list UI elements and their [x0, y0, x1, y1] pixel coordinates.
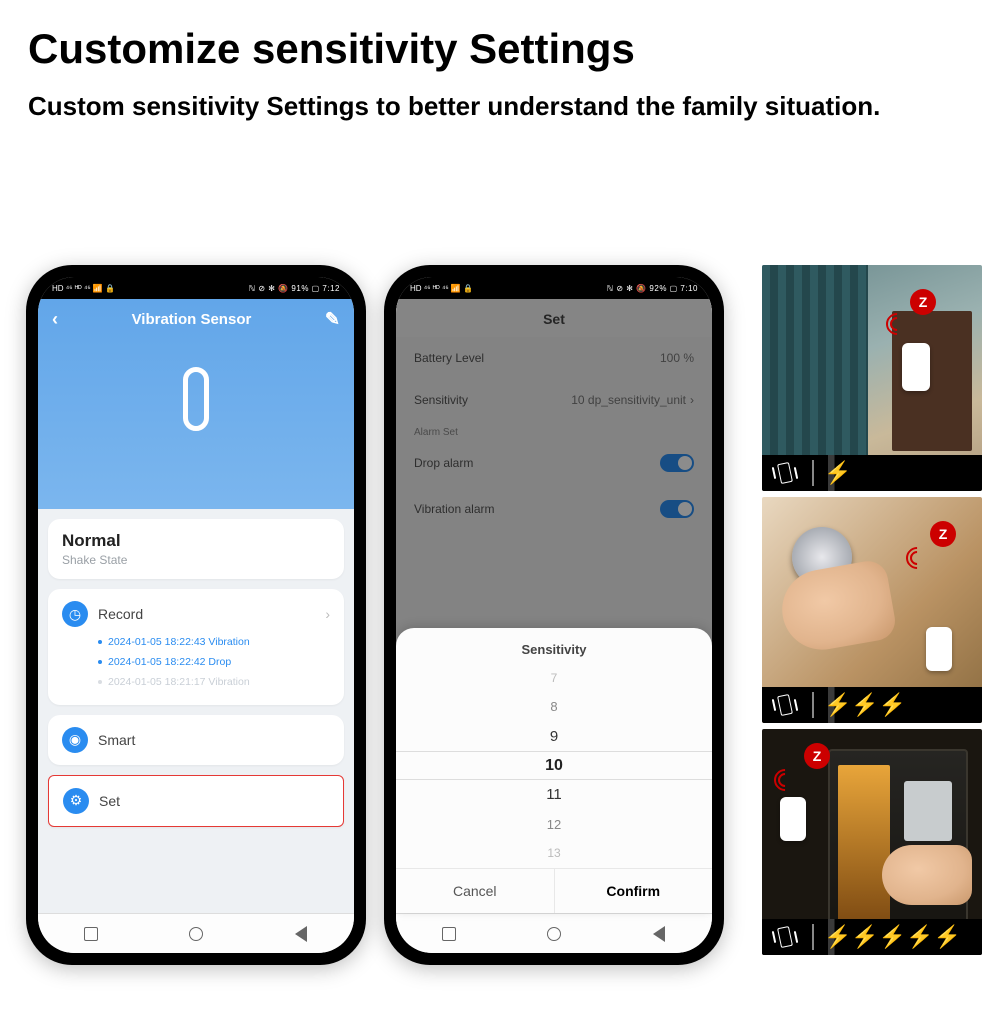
sensitivity-strip: ⚡: [762, 455, 982, 491]
phone-mockups: HD ⁴⁶ ᴴᴰ ⁴⁶ 📶 🔒 ℕ ⊘ ✻ 🔕 91% ▢ 7:12 ‹ Vib…: [26, 265, 724, 965]
nav-home-button[interactable]: [186, 924, 206, 944]
picker-option-selected[interactable]: 10: [396, 751, 712, 780]
phone1-content: Normal Shake State ◷ Record › 2024-01-05…: [38, 509, 354, 913]
headline: Customize sensitivity Settings: [28, 25, 1000, 73]
phone-frame-2: HD ⁴⁶ ᴴᴰ ⁴⁶ 📶 🔒 ℕ ⊘ ✻ 🔕 92% ▢ 7:10 Set B…: [384, 265, 724, 965]
picker-option[interactable]: 12: [396, 809, 712, 838]
state-card: Normal Shake State: [48, 519, 344, 579]
use-case-gallery: Z ⚡ Z ⚡ ⚡ ⚡ Z: [762, 265, 982, 955]
status-left: HD ⁴⁶ ᴴᴰ ⁴⁶ 📶 🔒: [410, 284, 473, 293]
bolt-icon: ⚡: [824, 694, 851, 716]
status-right: ℕ ⊘ ✻ 🔕 92% ▢ 7:10: [607, 284, 698, 293]
signal-icon: [888, 315, 928, 335]
zigbee-icon: Z: [804, 743, 830, 769]
eye-icon: ◉: [62, 727, 88, 753]
record-card[interactable]: ◷ Record › 2024-01-05 18:22:43 Vibration…: [48, 589, 344, 705]
edit-icon[interactable]: ✎: [325, 309, 340, 330]
nav-recent-button[interactable]: [81, 924, 101, 944]
bolt-icon: ⚡: [851, 926, 878, 948]
chevron-right-icon: ›: [325, 606, 330, 622]
use-case-door: Z ⚡ ⚡ ⚡: [762, 497, 982, 723]
sensor-device: [926, 627, 952, 671]
android-nav-bar: [396, 913, 712, 953]
bolt-icon: ⚡: [934, 926, 961, 948]
sensor-device: [902, 343, 930, 391]
sensitivity-picker-sheet: Sensitivity 7 8 9 10 11 12 13 Cancel Con…: [396, 628, 712, 913]
clock-icon: ◷: [62, 601, 88, 627]
vibration-icon: [772, 693, 798, 717]
nav-back-button[interactable]: [649, 924, 669, 944]
record-item: 2024-01-05 18:21:17 Vibration: [98, 673, 330, 693]
phone2-screen: HD ⁴⁶ ᴴᴰ ⁴⁶ 📶 🔒 ℕ ⊘ ✻ 🔕 92% ▢ 7:10 Set B…: [396, 277, 712, 953]
smart-card[interactable]: ◉ Smart: [48, 715, 344, 765]
record-item: 2024-01-05 18:22:42 Drop: [98, 653, 330, 673]
zigbee-icon: Z: [910, 289, 936, 315]
signal-icon: [908, 549, 948, 569]
picker-option[interactable]: 7: [396, 663, 712, 692]
zigbee-icon: Z: [930, 521, 956, 547]
record-list: 2024-01-05 18:22:43 Vibration 2024-01-05…: [62, 633, 330, 693]
nav-recent-button[interactable]: [439, 924, 459, 944]
bolt-icon: ⚡: [906, 926, 933, 948]
state-subtitle: Shake State: [62, 553, 330, 567]
use-case-safe: Z ⚡ ⚡ ⚡ ⚡ ⚡: [762, 729, 982, 955]
nav-back-button[interactable]: [291, 924, 311, 944]
bolt-icon: ⚡: [824, 926, 851, 948]
subheadline: Custom sensitivity Settings to better un…: [28, 89, 1000, 124]
record-label: Record: [98, 606, 315, 622]
sensitivity-strip: ⚡ ⚡ ⚡ ⚡ ⚡: [762, 919, 982, 955]
nav-home-button[interactable]: [544, 924, 564, 944]
use-case-curtain: Z ⚡: [762, 265, 982, 491]
back-button[interactable]: ‹: [52, 309, 58, 330]
status-left: HD ⁴⁶ ᴴᴰ ⁴⁶ 📶 🔒: [52, 284, 115, 293]
set-card[interactable]: ⚙ Set: [48, 775, 344, 827]
sensitivity-strip: ⚡ ⚡ ⚡: [762, 687, 982, 723]
status-right: ℕ ⊘ ✻ 🔕 91% ▢ 7:12: [249, 284, 340, 293]
phone1-screen: HD ⁴⁶ ᴴᴰ ⁴⁶ 📶 🔒 ℕ ⊘ ✻ 🔕 91% ▢ 7:12 ‹ Vib…: [38, 277, 354, 953]
sheet-title: Sensitivity: [396, 628, 712, 663]
smart-label: Smart: [98, 732, 330, 748]
picker-option[interactable]: 13: [396, 839, 712, 868]
confirm-button[interactable]: Confirm: [555, 869, 713, 913]
picker-option[interactable]: 8: [396, 692, 712, 721]
bolt-icon: ⚡: [879, 694, 906, 716]
vibration-icon: [772, 461, 798, 485]
status-bar: HD ⁴⁶ ᴴᴰ ⁴⁶ 📶 🔒 ℕ ⊘ ✻ 🔕 91% ▢ 7:12: [38, 277, 354, 299]
bolt-icon: ⚡: [879, 926, 906, 948]
vibration-icon: [772, 925, 798, 949]
picker-wheel[interactable]: 7 8 9 10 11 12 13: [396, 663, 712, 868]
cancel-button[interactable]: Cancel: [396, 869, 555, 913]
record-item: 2024-01-05 18:22:43 Vibration: [98, 633, 330, 653]
vibration-sensor-icon: [38, 334, 354, 464]
picker-option[interactable]: 11: [396, 780, 712, 809]
bolt-icon: ⚡: [824, 462, 851, 484]
phone-frame-1: HD ⁴⁶ ᴴᴰ ⁴⁶ 📶 🔒 ℕ ⊘ ✻ 🔕 91% ▢ 7:12 ‹ Vib…: [26, 265, 366, 965]
page-title: Vibration Sensor: [132, 311, 252, 328]
picker-option[interactable]: 9: [396, 722, 712, 751]
status-bar: HD ⁴⁶ ᴴᴰ ⁴⁶ 📶 🔒 ℕ ⊘ ✻ 🔕 92% ▢ 7:10: [396, 277, 712, 299]
set-label: Set: [99, 793, 329, 809]
state-title: Normal: [62, 531, 330, 551]
gear-icon: ⚙: [63, 788, 89, 814]
signal-icon: [776, 771, 816, 791]
device-hero: ‹ Vibration Sensor ✎: [38, 299, 354, 509]
bolt-icon: ⚡: [851, 694, 878, 716]
sensor-device: [780, 797, 806, 841]
android-nav-bar: [38, 913, 354, 953]
